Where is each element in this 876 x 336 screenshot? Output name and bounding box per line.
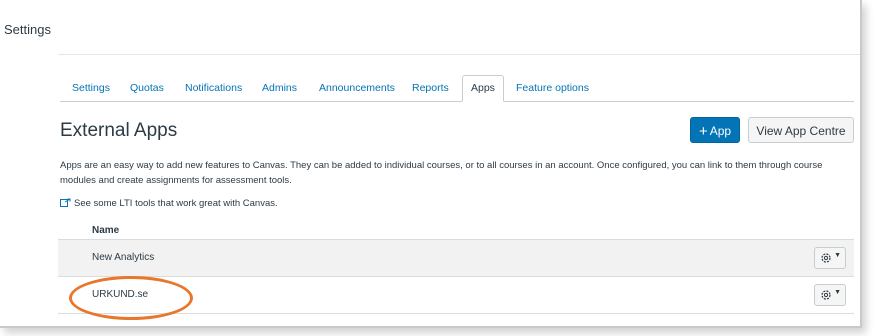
settings-tabs: Settings Quotas Notifications Admins Ann… bbox=[60, 75, 854, 102]
lti-tools-link-label: See some LTI tools that work great with … bbox=[74, 198, 278, 209]
page-title: Settings bbox=[4, 22, 51, 37]
gear-icon bbox=[821, 253, 831, 263]
add-app-button[interactable]: + App bbox=[690, 117, 740, 143]
chevron-down-icon: ▼ bbox=[834, 289, 841, 296]
tab-feature-options[interactable]: Feature options bbox=[516, 76, 589, 100]
plus-icon: + bbox=[698, 123, 708, 140]
chevron-down-icon: ▼ bbox=[834, 252, 841, 259]
settings-window: Settings Settings Quotas Notifications A… bbox=[0, 0, 862, 328]
tab-quotas[interactable]: Quotas bbox=[130, 76, 164, 100]
app-settings-menu-button[interactable]: ▼ bbox=[814, 247, 846, 269]
column-header-name: Name bbox=[92, 225, 120, 236]
tab-announcements[interactable]: Announcements bbox=[319, 76, 395, 100]
view-app-centre-button[interactable]: View App Centre bbox=[748, 117, 854, 143]
tab-notifications[interactable]: Notifications bbox=[185, 76, 242, 100]
external-link-icon bbox=[60, 198, 71, 207]
app-settings-menu-button[interactable]: ▼ bbox=[814, 284, 846, 306]
apps-description: Apps are an easy way to add new features… bbox=[60, 160, 823, 186]
tab-apps[interactable]: Apps bbox=[462, 75, 504, 102]
table-row: New Analytics ▼ bbox=[58, 239, 854, 276]
gear-icon bbox=[821, 290, 831, 300]
external-apps-heading: External Apps bbox=[60, 120, 178, 141]
tab-settings[interactable]: Settings bbox=[72, 76, 110, 100]
add-app-label: App bbox=[709, 124, 732, 138]
lti-tools-link[interactable]: See some LTI tools that work great with … bbox=[60, 198, 278, 209]
tab-reports[interactable]: Reports bbox=[412, 76, 449, 100]
highlight-annotation bbox=[69, 276, 193, 320]
title-divider bbox=[58, 54, 860, 55]
app-name: New Analytics bbox=[92, 252, 155, 263]
tab-admins[interactable]: Admins bbox=[262, 76, 297, 100]
